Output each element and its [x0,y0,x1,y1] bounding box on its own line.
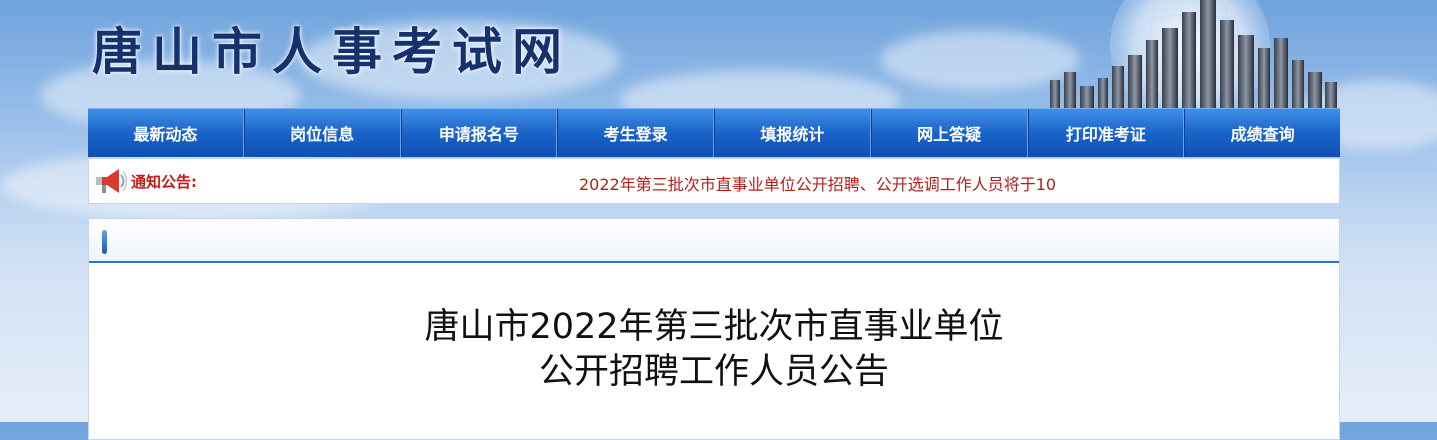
nav-item-job-info[interactable]: 岗位信息 [243,109,401,157]
nav-item-score-query[interactable]: 成绩查询 [1184,109,1340,157]
site-title: 唐山市人事考试网 [92,22,572,81]
nav-item-candidate-login[interactable]: 考生登录 [557,109,714,157]
nav-item-latest-news[interactable]: 最新动态 [88,109,244,157]
nav-item-print-admission[interactable]: 打印准考证 [1027,109,1185,157]
notice-label: 通知公告: [131,173,197,191]
main-navigation: 最新动态 岗位信息 申请报名号 考生登录 填报统计 网上答疑 打印准考证 成绩查… [88,108,1340,157]
nav-item-online-qa[interactable]: 网上答疑 [870,109,1028,157]
notice-marquee-link[interactable]: 2022年第三批次市直事业单位公开招聘、公开选调工作人员将于10 [579,171,1056,195]
nav-item-apply-number[interactable]: 申请报名号 [400,109,558,157]
megaphone-icon [96,169,128,193]
nav-item-application-stats[interactable]: 填报统计 [714,109,871,157]
panel-header-marker [102,230,107,254]
article-title-line-1: 唐山市2022年第三批次市直事业单位 [424,307,1004,347]
article-title-line-2: 公开招聘工作人员公告 [538,352,889,392]
article-title: 唐山市2022年第三批次市直事业单位 公开招聘工作人员公告 [89,305,1339,395]
notice-bar: 通知公告: 2022年第三批次市直事业单位公开招聘、公开选调工作人员将于10 [88,158,1340,204]
city-skyline-image [1050,0,1337,110]
article-panel: 唐山市2022年第三批次市直事业单位 公开招聘工作人员公告 [88,218,1340,440]
panel-header [89,219,1339,263]
